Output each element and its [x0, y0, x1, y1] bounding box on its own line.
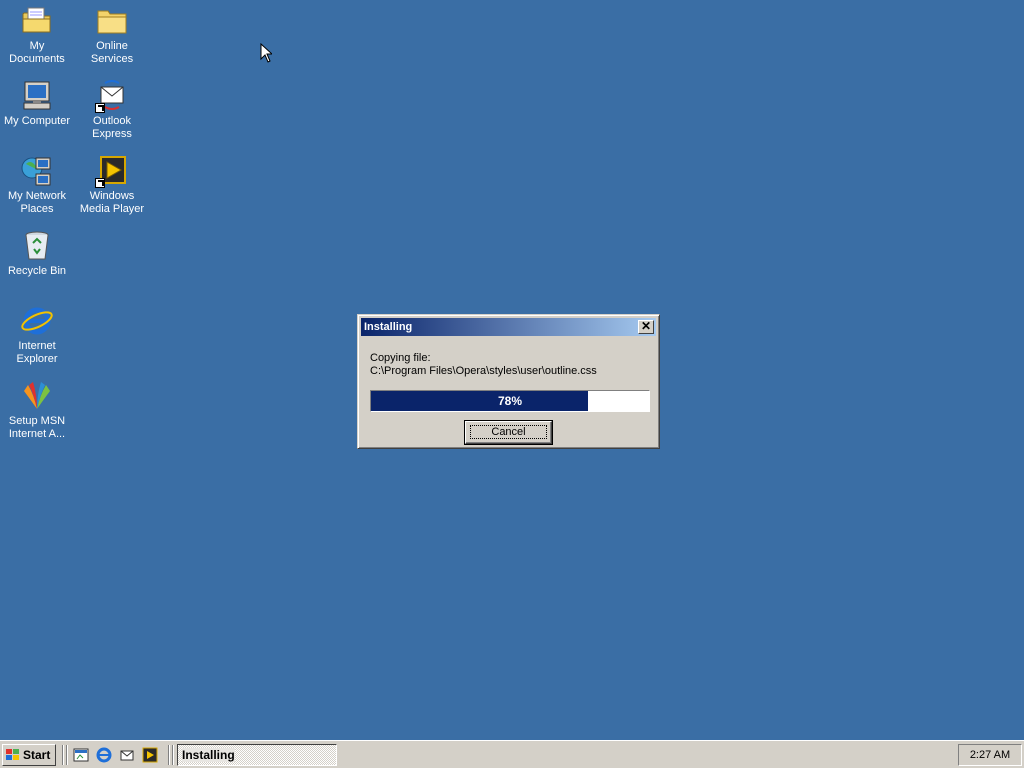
- clock[interactable]: 2:27 AM: [970, 749, 1010, 761]
- taskbar-separator: [168, 745, 170, 765]
- desktop-icon-label: Internet Explorer: [16, 340, 58, 365]
- desktop-icon-label: Online Services: [90, 40, 134, 65]
- desktop-icon-label: My Computer: [3, 115, 71, 127]
- system-tray: 2:27 AM: [958, 744, 1022, 766]
- start-button[interactable]: Start: [2, 744, 56, 766]
- copying-label: Copying file:: [370, 352, 431, 364]
- shortcut-arrow-icon: [95, 178, 105, 188]
- task-label: Installing: [182, 748, 235, 762]
- windows-logo-icon: [6, 749, 19, 760]
- recycle-bin-icon: [20, 229, 54, 263]
- desktop-icon-internet-explorer[interactable]: Internet Explorer: [0, 304, 74, 366]
- cancel-label: Cancel: [470, 425, 547, 439]
- desktop-icon-network-places[interactable]: My Network Places: [0, 154, 74, 216]
- progress-percent: 78%: [497, 394, 523, 408]
- desktop-icon-label: Windows Media Player: [79, 190, 145, 215]
- desktop-icon-online-services[interactable]: Online Services: [75, 4, 149, 66]
- my-documents-icon: [20, 4, 54, 38]
- progress-bar: 78%: [370, 390, 650, 412]
- desktop-icon-my-computer[interactable]: My Computer: [0, 79, 74, 128]
- start-label: Start: [23, 748, 51, 762]
- cancel-button[interactable]: Cancel: [464, 420, 553, 445]
- desktop-icon-outlook-express[interactable]: Outlook Express: [75, 79, 149, 141]
- outlook-express-icon[interactable]: [118, 746, 136, 764]
- desktop-icon-recycle-bin[interactable]: Recycle Bin: [0, 229, 74, 278]
- desktop-icon-label: My Documents: [9, 40, 65, 65]
- network-places-icon: [20, 154, 54, 188]
- taskbar-button-installing[interactable]: Installing: [177, 744, 337, 766]
- internet-explorer-icon: [20, 304, 54, 338]
- taskbar-separator: [66, 745, 68, 765]
- media-player-icon[interactable]: [141, 746, 159, 764]
- close-icon[interactable]: ✕: [638, 320, 654, 334]
- mouse-cursor-icon: [260, 43, 272, 63]
- dialog-title: Installing: [364, 321, 413, 333]
- desktop-icon-setup-msn[interactable]: Setup MSN Internet A...: [0, 379, 74, 441]
- taskbar-separator: [172, 745, 174, 765]
- taskbar: Start Installing 2:27 AM: [0, 740, 1024, 768]
- show-desktop-icon[interactable]: [72, 746, 90, 764]
- outlook-express-icon: [95, 79, 129, 113]
- media-player-icon: [95, 154, 129, 188]
- desktop-icon-label: Outlook Express: [92, 115, 132, 140]
- internet-explorer-icon[interactable]: [95, 746, 113, 764]
- desktop-icon-my-documents[interactable]: My Documents: [0, 4, 74, 66]
- shortcut-arrow-icon: [95, 103, 105, 113]
- desktop-icon-label: My Network Places: [7, 190, 67, 215]
- my-computer-icon: [20, 79, 54, 113]
- desktop-icon-label: Setup MSN Internet A...: [8, 415, 66, 440]
- file-path: C:\Program Files\Opera\styles\user\outli…: [370, 365, 597, 377]
- dialog-titlebar[interactable]: Installing ✕: [361, 318, 656, 336]
- taskbar-separator: [62, 745, 64, 765]
- desktop-icon-media-player[interactable]: Windows Media Player: [75, 154, 149, 216]
- msn-icon: [20, 379, 54, 413]
- installing-dialog: Installing ✕ Copying file: C:\Program Fi…: [357, 314, 660, 449]
- folder-icon: [95, 4, 129, 38]
- desktop-icon-label: Recycle Bin: [7, 265, 67, 277]
